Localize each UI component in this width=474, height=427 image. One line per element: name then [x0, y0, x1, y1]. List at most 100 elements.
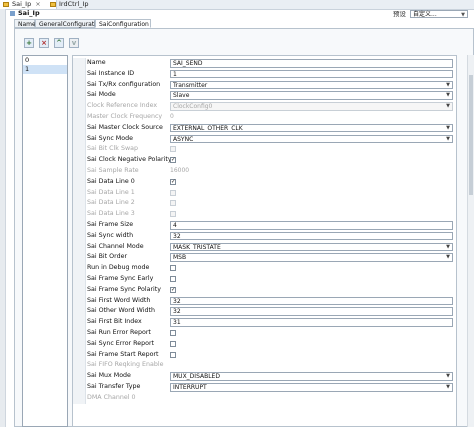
property-value-cell: ClockConfig0 ▼	[170, 102, 453, 111]
tab-irdctrl-ip[interactable]: IrdCtrl_Ip	[47, 0, 117, 9]
property-input[interactable]: 32	[170, 296, 453, 306]
vertical-scrollbar[interactable]	[467, 55, 474, 427]
list-item[interactable]: 0	[23, 56, 67, 65]
property-value-cell	[170, 361, 453, 370]
property-value: MSB	[173, 254, 187, 262]
property-label: Sai Mode	[87, 91, 116, 99]
property-label: Sai Sync width	[87, 231, 134, 239]
row-handle	[73, 274, 86, 285]
add-icon[interactable]: +	[24, 38, 34, 48]
row-handle	[73, 252, 86, 264]
property-row: Sai Sample Rate 16000	[73, 166, 456, 177]
property-value: 32	[173, 297, 181, 305]
property-label: Sai Frame Sync Polarity	[87, 285, 161, 293]
property-label: Master Clock Frequency	[87, 113, 163, 120]
property-input[interactable]: SAI_SEND	[170, 59, 453, 68]
property-checkbox[interactable]	[170, 276, 176, 282]
property-input[interactable]: 4	[170, 221, 453, 230]
property-input[interactable]: 32	[170, 231, 453, 241]
preset-select[interactable]: 自定义... ▼	[410, 10, 468, 18]
property-checkbox[interactable]: ✓	[170, 157, 176, 164]
scrollbar-thumb[interactable]	[469, 75, 473, 195]
property-row: Sai Channel Mode MASK_TRISTATE ▼	[73, 241, 456, 253]
property-value-cell: MSB ▼	[170, 253, 453, 262]
property-row: Sai Other Word Width 32	[73, 306, 456, 318]
property-row: Sai Frame Sync Early	[73, 274, 456, 285]
property-input[interactable]: 1	[170, 69, 453, 79]
property-dropdown[interactable]: MASK_TRISTATE ▼	[170, 242, 453, 252]
property-value-cell: Transmitter ▼	[170, 80, 453, 90]
row-handle	[73, 155, 86, 166]
property-value-cell: 1	[170, 69, 453, 79]
property-value: 32	[173, 308, 181, 316]
chevron-down-icon: ▼	[446, 124, 450, 131]
row-handle	[73, 90, 86, 102]
property-value: ASYNC	[173, 135, 194, 143]
property-checkbox[interactable]: ✓	[170, 178, 176, 185]
chevron-down-icon: ▼	[446, 135, 450, 142]
collapse-icon[interactable]	[10, 10, 15, 16]
property-dropdown[interactable]: INTERRUPT ▼	[170, 383, 453, 392]
move-up-icon[interactable]: ^	[54, 38, 64, 48]
property-value: MUX_DISABLED	[173, 373, 220, 381]
property-label: Sai Instance ID	[87, 69, 135, 77]
property-row: Sai Data Line 3	[73, 209, 456, 220]
property-value-cell: Slave ▼	[170, 91, 453, 100]
left-gutter	[0, 9, 6, 427]
row-handle	[73, 122, 86, 134]
property-value-cell	[170, 351, 453, 360]
row-handle	[73, 68, 86, 80]
row-handle	[73, 382, 86, 393]
property-input[interactable]: 32	[170, 307, 453, 316]
property-dropdown[interactable]: Slave ▼	[170, 91, 453, 100]
property-label: Sai Channel Mode	[87, 242, 144, 250]
remove-icon[interactable]: ×	[39, 38, 49, 48]
property-checkbox[interactable]	[170, 330, 176, 336]
property-row: DMA Channel 0	[73, 392, 456, 404]
close-icon[interactable]: ×	[35, 0, 40, 8]
property-value-cell: 32	[170, 307, 453, 316]
property-value-cell	[170, 340, 453, 349]
property-label: Sai Clock Negative Polarity	[87, 156, 172, 164]
property-value-cell	[170, 210, 453, 219]
property-dropdown[interactable]: MSB ▼	[170, 253, 453, 262]
preset-area: 预设 自定义... ▼	[368, 9, 468, 19]
preset-label: 预设	[393, 10, 406, 18]
property-value-cell: 32	[170, 296, 453, 306]
chevron-down-icon: ▼	[446, 384, 450, 390]
property-input[interactable]: 31	[170, 318, 453, 327]
property-checkbox[interactable]	[170, 340, 176, 347]
property-checkbox[interactable]	[170, 265, 176, 272]
property-row: Sai First Word Width 32	[73, 295, 456, 307]
property-dropdown[interactable]: MUX_DISABLED ▼	[170, 372, 453, 381]
property-row: Sai Frame Start Report	[73, 349, 456, 361]
tab-sai-configuration[interactable]: SaiConfiguration	[95, 19, 151, 28]
property-readonly-value: 16000	[170, 167, 190, 174]
property-value: EXTERNAL_OTHER_CLK	[173, 124, 243, 132]
property-row: Sai First Bit Index 31	[73, 317, 456, 328]
property-value-cell	[170, 145, 453, 154]
row-handle	[73, 360, 86, 372]
property-value-cell: MUX_DISABLED ▼	[170, 372, 453, 381]
property-dropdown[interactable]: EXTERNAL_OTHER_CLK ▼	[170, 123, 453, 133]
property-value: ClockConfig0	[173, 103, 213, 111]
property-label: Sai Data Line 1	[87, 188, 135, 196]
row-handle	[73, 263, 86, 274]
property-label: Name	[87, 59, 106, 66]
tab-general-configuration[interactable]: GeneralConfiguration	[35, 19, 103, 28]
property-value: SAI_SEND	[173, 60, 203, 67]
property-checkbox[interactable]	[170, 351, 176, 358]
property-checkbox[interactable]: ✓	[170, 286, 176, 293]
row-handle	[73, 198, 86, 210]
move-down-icon[interactable]: v	[69, 38, 79, 48]
property-checkbox	[170, 189, 176, 196]
chevron-down-icon: ▼	[446, 243, 450, 250]
tab-name[interactable]: Name	[14, 19, 36, 28]
list-item-selected[interactable]: 1	[23, 65, 67, 74]
property-dropdown[interactable]: Transmitter ▼	[170, 80, 453, 90]
instance-list[interactable]: 0 1	[22, 55, 68, 427]
property-label: Sai Data Line 0	[87, 177, 135, 185]
property-value: 4	[173, 222, 177, 229]
property-dropdown[interactable]: ASYNC ▼	[170, 134, 453, 144]
component-icon	[50, 2, 56, 7]
